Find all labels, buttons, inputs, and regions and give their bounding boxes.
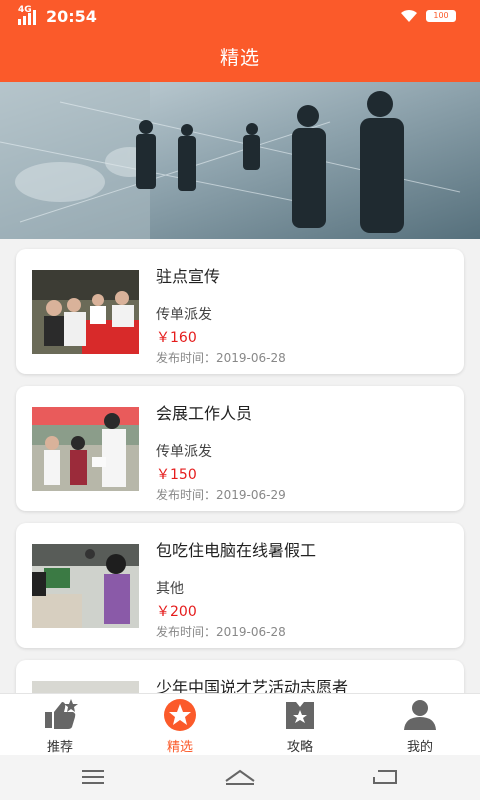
job-category: 传单派发 — [156, 444, 212, 460]
job-thumbnail — [32, 544, 139, 628]
job-thumbnail — [32, 407, 139, 491]
job-thumbnail — [32, 270, 139, 354]
job-date: 发布时间：2019-06-29 — [156, 488, 286, 502]
back-icon[interactable] — [370, 767, 402, 787]
system-nav-bar — [0, 755, 480, 800]
menu-icon[interactable] — [78, 767, 110, 787]
page-title: 精选 — [219, 47, 260, 69]
clock: 20:54 — [46, 7, 97, 26]
job-title: 驻点宣传 — [156, 267, 221, 286]
job-category: 传单派发 — [156, 307, 212, 323]
job-title: 会展工作人员 — [156, 404, 253, 423]
job-card[interactable]: 会展工作人员 传单派发 ￥150 发布时间：2019-06-29 — [16, 386, 464, 511]
battery-level: 100 — [433, 11, 449, 20]
user-icon — [404, 700, 436, 730]
tab-label: 推荐 — [46, 740, 73, 755]
banner-image — [0, 82, 480, 239]
tab-label: 攻略 — [286, 740, 313, 755]
tab-label: 我的 — [406, 740, 433, 755]
banner-carousel[interactable] — [0, 82, 480, 239]
wifi-icon — [401, 9, 417, 22]
job-card[interactable]: 驻点宣传 传单派发 ￥160 发布时间：2019-06-28 — [16, 249, 464, 374]
tab-guide[interactable]: 攻略 — [240, 694, 360, 756]
job-date: 发布时间：2019-06-28 — [156, 351, 286, 365]
tab-mine[interactable]: 我的 — [360, 694, 480, 756]
job-title: 包吃住电脑在线暑假工 — [156, 541, 317, 560]
job-date: 发布时间：2019-06-28 — [156, 625, 286, 639]
signal-icon — [18, 10, 36, 25]
bottom-tab-bar: 推荐 精选 攻略 我的 — [0, 693, 480, 755]
home-icon[interactable] — [224, 767, 256, 787]
job-price: ￥160 — [156, 330, 197, 346]
job-card[interactable]: 包吃住电脑在线暑假工 其他 ￥200 发布时间：2019-06-28 — [16, 523, 464, 648]
battery-icon: 100 — [426, 10, 456, 22]
job-price: ￥150 — [156, 467, 197, 483]
app-bar: 精选 — [0, 34, 480, 82]
tab-featured[interactable]: 精选 — [120, 694, 240, 756]
bookmark-star-icon — [286, 702, 314, 729]
job-category: 其他 — [156, 581, 184, 597]
star-icon — [164, 699, 196, 731]
tab-label: 精选 — [166, 740, 193, 755]
status-bar: 4G 20:54 100 — [0, 0, 480, 34]
job-price: ￥200 — [156, 604, 197, 620]
tab-recommend[interactable]: 推荐 — [0, 694, 120, 756]
thumbs-up-icon — [45, 699, 78, 729]
